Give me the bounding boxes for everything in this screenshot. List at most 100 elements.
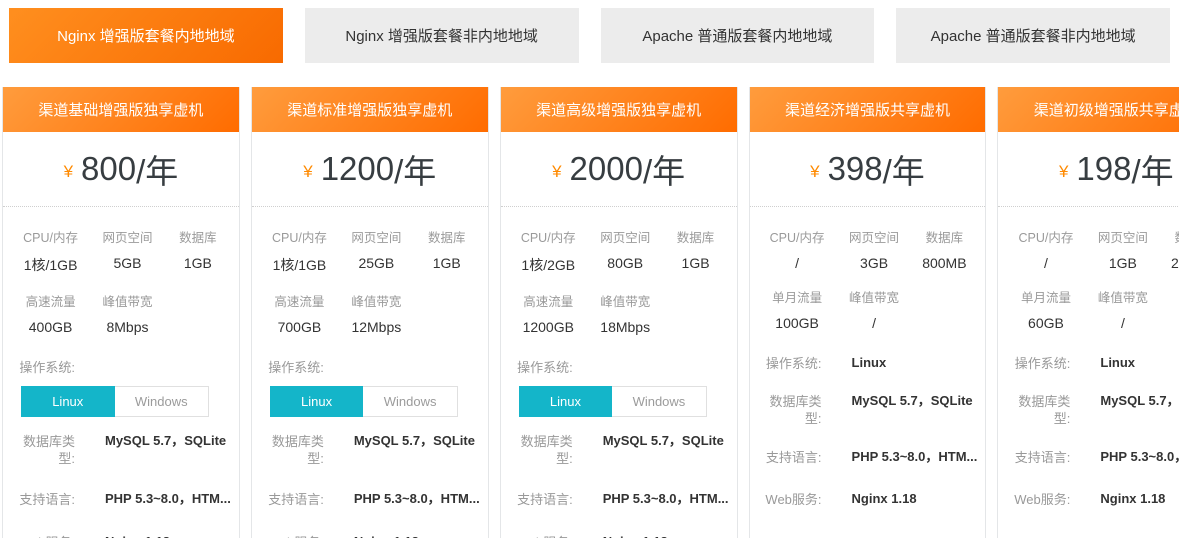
spec-label: 峰值带宽 (90, 291, 165, 310)
price-amount: 398 (828, 150, 883, 188)
os-option-windows[interactable]: Windows (363, 386, 458, 417)
price-amount: 198 (1076, 150, 1131, 188)
spec-label: CPU/内存 (260, 227, 339, 246)
plan-card-entry: 渠道初级增强版共享虚机 ¥198/年 CPU/内存/ 网页空间1GB 数据库20… (997, 87, 1179, 538)
os-option-linux[interactable]: Linux (270, 386, 364, 417)
os-option-linux[interactable]: Linux (21, 386, 115, 417)
web-value: Nginx 1.18 (1100, 491, 1165, 507)
currency-symbol: ¥ (64, 162, 73, 182)
spec-value: 80GB (588, 255, 663, 271)
lang-label: 支持语言: (260, 491, 324, 508)
spec-label: 网页空间 (588, 227, 663, 246)
os-label: 操作系统: (758, 355, 822, 372)
web-value: Nginx 1.18 (105, 534, 170, 538)
os-label: 操作系统: (1006, 355, 1070, 372)
spec-value: / (837, 315, 912, 331)
spec-value: 700GB (260, 319, 339, 335)
tab-nginx-enhanced-non-mainland[interactable]: Nginx 增强版套餐非内地地域 (305, 8, 579, 63)
db-type-label: 数据库类型: (11, 433, 75, 467)
os-toggle: Linux Windows (519, 386, 707, 417)
lang-value: PHP 5.3~8.0，HTM... (1100, 449, 1179, 465)
price-amount: 2000 (570, 150, 643, 188)
spec-value: 60GB (1006, 315, 1085, 331)
spec-label: 峰值带宽 (1086, 287, 1161, 306)
os-value: Linux (852, 355, 887, 371)
spec-label: CPU/内存 (1006, 227, 1085, 246)
spec-value: 8Mbps (90, 319, 165, 335)
currency-symbol: ¥ (1059, 162, 1068, 182)
plan-price: ¥800/年 (3, 132, 239, 207)
lang-label: 支持语言: (1006, 449, 1070, 466)
spec-label: 网页空间 (339, 227, 414, 246)
db-type-label: 数据库类型: (758, 393, 822, 427)
db-type-value: MySQL 5.7，SQLite (354, 433, 475, 449)
spec-label: 数据库 (414, 227, 480, 246)
os-toggle: Linux Windows (270, 386, 458, 417)
detail-list: 操作系统: Linux Windows 数据库类型: MySQL 5.7，SQLi… (252, 359, 488, 538)
web-label: Web服务: (11, 534, 75, 538)
spec-label: 数据库 (663, 227, 729, 246)
spec-label: 数据库 (1160, 227, 1179, 246)
spec-value: / (758, 255, 837, 271)
web-label: Web服务: (509, 534, 573, 538)
spec-value: 400GB (11, 319, 90, 335)
lang-value: PHP 5.3~8.0，HTM... (105, 491, 231, 507)
spec-label: 高速流量 (509, 291, 588, 310)
detail-list: 操作系统:Linux 数据库类型:MySQL 5.7，SQLite 支持语言:P… (998, 355, 1179, 538)
price-unit: /年 (394, 145, 436, 193)
tab-apache-normal-mainland[interactable]: Apache 普通版套餐内地地域 (601, 8, 875, 63)
tab-nginx-enhanced-mainland[interactable]: Nginx 增强版套餐内地地域 (9, 8, 283, 63)
db-type-label: 数据库类型: (509, 433, 573, 467)
currency-symbol: ¥ (552, 162, 561, 182)
os-option-windows[interactable]: Windows (612, 386, 707, 417)
currency-symbol: ¥ (810, 162, 819, 182)
spec-label: 单月流量 (758, 287, 837, 306)
db-type-label: 数据库类型: (1006, 393, 1070, 427)
detail-list: 操作系统: Linux Windows 数据库类型:MySQL 5.7，SQLi… (501, 359, 737, 538)
tab-apache-normal-non-mainland[interactable]: Apache 普通版套餐非内地地域 (896, 8, 1170, 63)
price-unit: /年 (643, 145, 685, 193)
price-amount: 800 (81, 150, 136, 188)
plan-price: ¥398/年 (750, 132, 986, 207)
plan-card-basic: 渠道基础增强版独享虚机 ¥800/年 CPU/内存1核/1GB 网页空间5GB … (2, 87, 240, 538)
os-option-windows[interactable]: Windows (115, 386, 210, 417)
db-type-label: 数据库类型: (260, 433, 324, 467)
spec-label: 数据库 (911, 227, 977, 246)
spec-value: 1GB (1086, 255, 1161, 271)
plan-price: ¥198/年 (998, 132, 1179, 207)
os-value: Linux (1100, 355, 1135, 371)
web-value: Nginx 1.18 (852, 491, 917, 507)
plan-title: 渠道高级增强版独享虚机 (501, 87, 737, 132)
plan-cards: 渠道基础增强版独享虚机 ¥800/年 CPU/内存1核/1GB 网页空间5GB … (0, 87, 1179, 538)
spec-value: 5GB (90, 255, 165, 271)
plan-card-advanced: 渠道高级增强版独享虚机 ¥2000/年 CPU/内存1核/2GB 网页空间80G… (500, 87, 738, 538)
spec-value: 200MB (1160, 255, 1179, 271)
web-value: Nginx 1.18 (354, 534, 419, 538)
detail-list: 操作系统: Linux Windows 数据库类型:MySQL 5.7，SQLi… (3, 359, 239, 538)
spec-label: 单月流量 (1006, 287, 1085, 306)
spec-value: 1核/2GB (509, 255, 588, 275)
os-toggle: Linux Windows (21, 386, 209, 417)
spec-grid: CPU/内存1核/1GB 网页空间25GB 数据库1GB 高速流量700GB 峰… (252, 207, 488, 351)
spec-value: 1200GB (509, 319, 588, 335)
os-label: 操作系统: (509, 359, 573, 376)
spec-grid: CPU/内存/ 网页空间3GB 数据库800MB 单月流量100GB 峰值带宽/ (750, 207, 986, 347)
lang-label: 支持语言: (11, 491, 75, 508)
spec-value: 18Mbps (588, 319, 663, 335)
spec-grid: CPU/内存1核/1GB 网页空间5GB 数据库1GB 高速流量400GB 峰值… (3, 207, 239, 351)
plan-title: 渠道初级增强版共享虚机 (998, 87, 1179, 132)
spec-value: / (1086, 315, 1161, 331)
spec-value: 12Mbps (339, 319, 414, 335)
os-label: 操作系统: (260, 359, 324, 376)
spec-value: / (1006, 255, 1085, 271)
price-unit: /年 (883, 145, 925, 193)
price-unit: /年 (1131, 145, 1173, 193)
spec-value: 800MB (911, 255, 977, 271)
spec-label: 峰值带宽 (588, 291, 663, 310)
web-value: Nginx 1.18 (603, 534, 668, 538)
spec-label: 峰值带宽 (837, 287, 912, 306)
os-label: 操作系统: (11, 359, 75, 376)
web-label: Web服务: (1006, 491, 1070, 508)
os-option-linux[interactable]: Linux (519, 386, 613, 417)
spec-label: 网页空间 (90, 227, 165, 246)
